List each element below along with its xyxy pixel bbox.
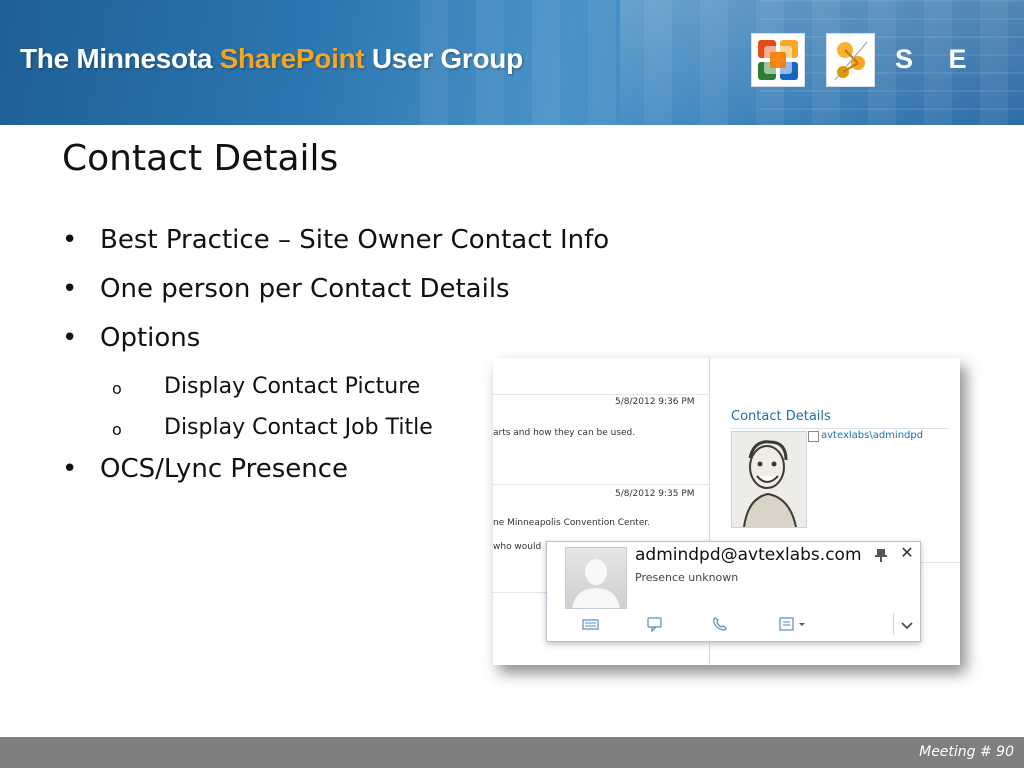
contact-select-checkbox[interactable] [808,431,819,442]
brand-part1: The Minnesota [20,43,220,74]
contact-card-icon[interactable] [778,616,810,632]
contact-user-link[interactable]: avtexlabs\admindpd [821,430,923,441]
bullet-marker: • [62,225,78,255]
slide-title: Contact Details [62,138,339,179]
chevron-down-icon[interactable] [899,617,915,631]
office-logo-icon [751,33,805,87]
sub-bullet-text: Display Contact Job Title [164,415,433,440]
row-divider [493,394,709,395]
brand-accent: SharePoint [219,43,365,74]
post-timestamp: 5/8/2012 9:36 PM [615,397,695,407]
presence-email[interactable]: admindpd@avtexlabs.com [635,545,862,565]
post-text-fragment: ne Minneapolis Convention Center. [493,518,651,528]
brand-part2: User Group [364,43,523,74]
embedded-screenshot: 5/8/2012 9:36 PM arts and how they can b… [493,358,960,665]
footer-bar: Meeting # 90 [0,737,1024,768]
header-letters: S E [895,44,981,74]
bullet-text: OCS/Lync Presence [100,454,349,484]
bullet-marker: • [62,454,78,484]
pin-icon[interactable] [874,547,888,562]
bullet-marker: • [62,323,78,353]
sub-bullet-marker: o [112,420,122,439]
bullet-text: Options [100,323,201,353]
bullet-text: Best Practice – Site Owner Contact Info [100,225,610,255]
presence-status: Presence unknown [635,571,739,584]
close-icon[interactable]: ✕ [899,545,915,561]
bullet-marker: • [62,274,78,304]
post-text-fragment: who would [493,542,542,552]
sub-bullet-marker: o [112,379,122,398]
sharepoint-logo-icon [826,33,875,87]
row-divider [493,592,553,593]
toolbar-separator [893,613,894,635]
contact-picture [731,431,807,528]
chat-icon[interactable] [645,616,665,633]
brand-title: The Minnesota SharePoint User Group [20,43,523,75]
phone-icon[interactable] [710,616,730,632]
bullet-text: One person per Contact Details [100,274,510,304]
email-icon[interactable] [581,616,601,632]
row-divider [493,484,709,485]
contact-details-heading: Contact Details [731,409,831,424]
post-timestamp: 5/8/2012 9:35 PM [615,489,695,499]
header-banner: The Minnesota SharePoint User Group S E [0,0,1024,125]
sub-bullet-text: Display Contact Picture [164,374,421,399]
heading-underline [731,428,949,429]
avatar [565,547,627,609]
post-text-fragment: arts and how they can be used. [493,428,636,438]
presence-card: admindpd@avtexlabs.com Presence unknown … [546,541,921,642]
meeting-number: Meeting # 90 [919,744,1014,760]
